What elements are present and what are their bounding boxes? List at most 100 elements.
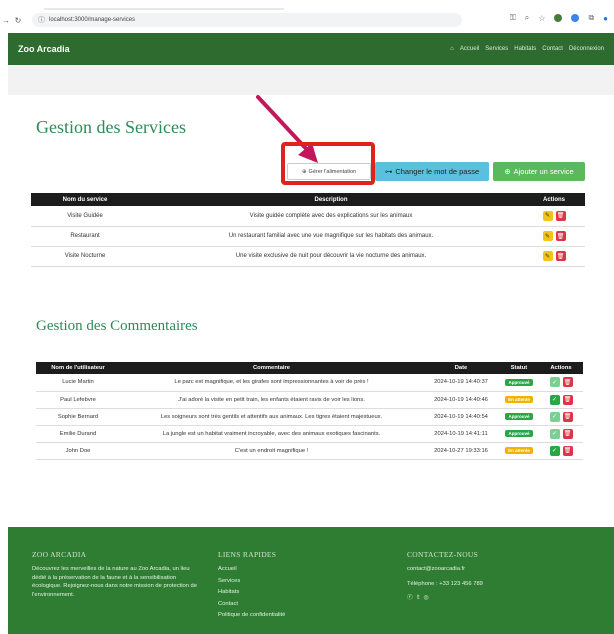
- comment-status-cell: En attente: [499, 442, 539, 460]
- extensions-puzzle-icon[interactable]: ⧉: [588, 13, 594, 23]
- approve-icon[interactable]: ✓: [549, 394, 560, 405]
- delete-icon[interactable]: 🗑: [555, 231, 566, 241]
- browser-chrome: → ↻ ⓘ localhost:3000/manage-services ⚿ ⌕…: [0, 0, 614, 30]
- table-row: John Doe C'est un endroit magnifique ! 2…: [36, 442, 583, 460]
- comments-table: Nom de l'utilisateur Commentaire Date St…: [36, 362, 583, 460]
- delete-icon[interactable]: 🗑: [562, 428, 573, 439]
- table-row: Visite Guidée Visite guidée complète ave…: [31, 206, 585, 227]
- header-band: [8, 65, 614, 95]
- twitter-icon[interactable]: 𝕥: [417, 594, 420, 603]
- footer-link-habitats[interactable]: Habitats: [218, 588, 285, 597]
- facebook-icon[interactable]: ⓕ: [407, 594, 413, 603]
- footer-link-accueil[interactable]: Accueil: [218, 565, 285, 574]
- footer-link-privacy[interactable]: Politique de confidentialité: [218, 611, 285, 620]
- change-password-label: Changer le mot de passe: [395, 167, 480, 176]
- nav-link-services[interactable]: Services: [485, 46, 508, 52]
- delete-icon[interactable]: 🗑: [562, 394, 573, 405]
- comment-date: 2024-10-19 14:41:11: [423, 425, 499, 443]
- comment-user: Paul Lefebvre: [36, 391, 120, 409]
- extension-icon[interactable]: [554, 14, 563, 22]
- instagram-icon[interactable]: ◎: [424, 594, 429, 603]
- col-header-actions: Actions: [539, 362, 583, 374]
- extension-icon-2[interactable]: [571, 14, 580, 22]
- comment-status-cell: En attente: [499, 391, 539, 409]
- profile-icon[interactable]: ●: [603, 14, 608, 23]
- col-header-user: Nom de l'utilisateur: [36, 362, 120, 374]
- nav-link-deconnexion[interactable]: Déconnexion: [569, 46, 604, 52]
- col-header-description: Description: [139, 193, 523, 206]
- col-header-date: Date: [423, 362, 499, 374]
- comment-user: Sophie Bernard: [36, 408, 120, 426]
- comment-text: Les soigneurs sont très gentils et atten…: [120, 408, 423, 426]
- social-links: ⓕ 𝕥 ◎: [407, 594, 483, 603]
- approve-icon[interactable]: ✓: [549, 411, 560, 422]
- comment-user: John Doe: [36, 442, 120, 460]
- delete-icon[interactable]: 🗑: [562, 411, 573, 422]
- nav-link-habitats[interactable]: Habitats: [514, 46, 536, 52]
- comment-text: Le parc est magnifique, et les girafes s…: [120, 374, 423, 392]
- row-actions: ✓ 🗑: [539, 442, 583, 460]
- service-name: Restaurant: [31, 226, 139, 247]
- comment-status-cell: Approuvé: [499, 408, 539, 426]
- password-key-icon[interactable]: ⚿: [510, 13, 516, 23]
- footer-phone: Téléphone : +33 123 456 789: [407, 580, 483, 587]
- comments-title: Gestion des Commentaires: [36, 318, 198, 334]
- service-description: Visite guidée complète avec des explicat…: [139, 206, 523, 227]
- services-table: Nom du service Description Actions Visit…: [31, 193, 585, 267]
- add-service-label: Ajouter un service: [513, 167, 574, 176]
- add-service-button[interactable]: ⊕ Ajouter un service: [493, 162, 585, 181]
- nav-links: ⌂ Accueil Services Habitats Contact Déco…: [450, 46, 604, 52]
- nav-link-accueil[interactable]: Accueil: [460, 46, 479, 52]
- footer-link-contact[interactable]: Contact: [218, 600, 285, 609]
- status-badge: En attente: [505, 447, 533, 454]
- row-actions: ✓ 🗑: [539, 374, 583, 392]
- comment-status-cell: Approuvé: [499, 374, 539, 392]
- forward-icon[interactable]: →: [0, 16, 12, 25]
- comment-date: 2024-10-19 14:40:54: [423, 408, 499, 426]
- site-footer: ZOO ARCADIA Découvrez les merveilles de …: [8, 527, 614, 634]
- comment-date: 2024-10-19 14:40:37: [423, 374, 499, 392]
- footer-link-services[interactable]: Services: [218, 577, 285, 586]
- footer-email[interactable]: contact@zooarcadia.fr: [407, 565, 483, 574]
- edit-icon[interactable]: ✎: [542, 210, 553, 221]
- site-brand[interactable]: Zoo Arcadia: [18, 44, 70, 54]
- address-bar[interactable]: ⓘ localhost:3000/manage-services: [32, 13, 462, 27]
- approve-icon[interactable]: ✓: [549, 445, 560, 456]
- service-description: Un restaurant familial avec une vue magn…: [139, 226, 523, 247]
- nav-link-contact[interactable]: Contact: [542, 46, 563, 52]
- footer-contact-title: CONTACTEZ-NOUS: [407, 550, 479, 559]
- approve-icon[interactable]: ✓: [549, 428, 560, 439]
- delete-icon[interactable]: 🗑: [562, 445, 573, 456]
- row-actions: ✎ 🗑: [523, 206, 585, 227]
- change-password-button[interactable]: ⊶ Changer le mot de passe: [375, 162, 489, 181]
- reload-icon[interactable]: ↻: [12, 16, 24, 25]
- service-description: Une visite exclusive de nuit pour découv…: [139, 246, 523, 267]
- delete-icon[interactable]: 🗑: [562, 377, 573, 388]
- status-badge: Approuvé: [505, 430, 533, 437]
- delete-icon[interactable]: 🗑: [555, 210, 566, 221]
- bookmark-star-icon[interactable]: ☆: [538, 14, 545, 23]
- col-header-status: Statut: [499, 362, 539, 374]
- zoom-icon[interactable]: ⌕: [525, 13, 529, 23]
- footer-about-title: ZOO ARCADIA: [32, 550, 87, 559]
- table-row: Lucie Martin Le parc est magnifique, et …: [36, 374, 583, 392]
- status-badge: Approuvé: [505, 413, 533, 420]
- edit-icon[interactable]: ✎: [542, 251, 553, 261]
- delete-icon[interactable]: 🗑: [555, 251, 566, 261]
- table-row: Emilie Durand La jungle est un habitat v…: [36, 425, 583, 443]
- comment-user: Emilie Durand: [36, 425, 120, 443]
- comment-status-cell: Approuvé: [499, 425, 539, 443]
- comment-date: 2024-10-27 19:33:16: [423, 442, 499, 460]
- comment-user: Lucie Martin: [36, 374, 120, 392]
- status-badge: En attente: [505, 396, 533, 403]
- comment-text: C'est un endroit magnifique !: [120, 442, 423, 460]
- site-info-icon[interactable]: ⓘ: [38, 15, 45, 25]
- key-icon: ⊶: [384, 167, 393, 176]
- edit-icon[interactable]: ✎: [542, 231, 553, 241]
- services-title: Gestion des Services: [36, 117, 186, 137]
- row-actions: ✓ 🗑: [539, 425, 583, 443]
- table-header-row: Nom de l'utilisateur Commentaire Date St…: [36, 362, 583, 374]
- home-icon: ⌂: [450, 46, 454, 52]
- service-name: Visite Nocturne: [31, 246, 139, 267]
- approve-icon[interactable]: ✓: [549, 377, 560, 388]
